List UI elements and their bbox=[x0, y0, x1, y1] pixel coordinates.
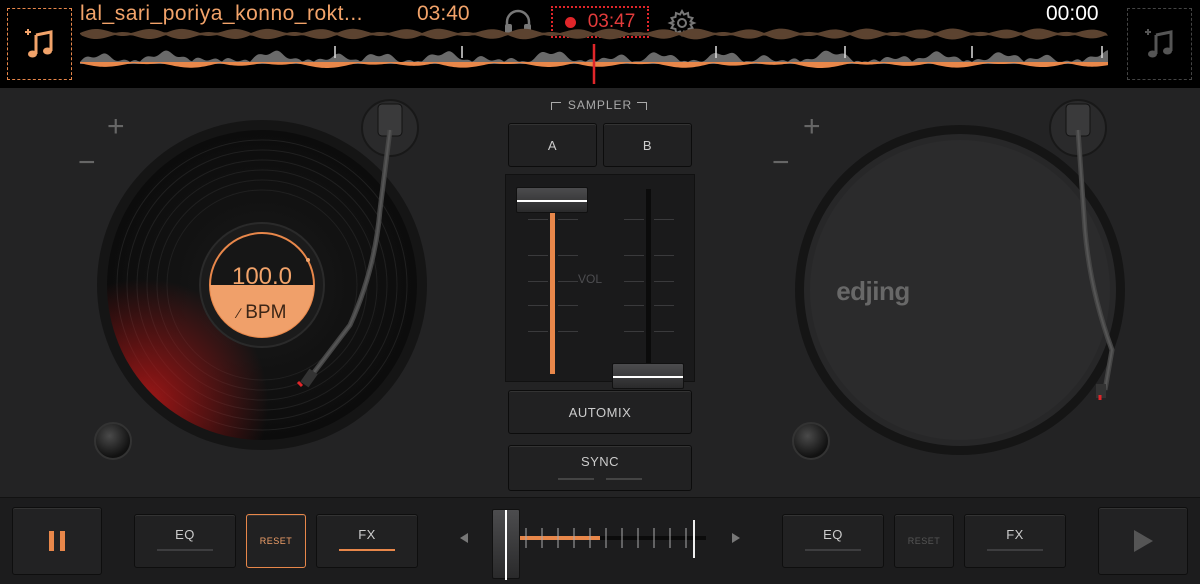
fader-tick bbox=[528, 219, 548, 220]
fx-left-indicator bbox=[339, 549, 395, 551]
fx-right-button[interactable]: FX bbox=[964, 514, 1066, 568]
sampler-label: SAMPLER bbox=[567, 98, 633, 112]
crossfader-handle[interactable] bbox=[492, 509, 520, 580]
reset-right-label: RESET bbox=[907, 536, 941, 546]
crossfader-right-arrow-icon bbox=[732, 533, 740, 543]
dj-app: lal_sari_poriya_konno_rokt... 03:40 03:4… bbox=[0, 0, 1200, 584]
fader-tick bbox=[558, 331, 578, 332]
fader-tick bbox=[528, 255, 548, 256]
load-track-left-button[interactable] bbox=[7, 8, 72, 80]
eq-left-label: EQ bbox=[175, 527, 195, 542]
track-waveform[interactable] bbox=[80, 22, 1108, 84]
fx-right-label: FX bbox=[1006, 527, 1024, 542]
sampler-a-button[interactable]: A bbox=[508, 123, 597, 167]
fader-tick bbox=[654, 219, 674, 220]
right-turntable[interactable] bbox=[760, 90, 1160, 470]
bpm-value[interactable]: 100.0 bbox=[212, 263, 312, 291]
fader-tick bbox=[558, 255, 578, 256]
reset-right-button[interactable]: RESET bbox=[894, 514, 954, 568]
fx-left-label: FX bbox=[358, 527, 376, 542]
edjing-logo: edjing bbox=[836, 276, 910, 306]
play-button[interactable] bbox=[1098, 507, 1188, 575]
reset-left-button[interactable]: RESET bbox=[246, 514, 306, 568]
fader-tick bbox=[558, 281, 578, 282]
fader-tick bbox=[624, 255, 644, 256]
automix-label: AUTOMIX bbox=[568, 404, 632, 420]
fader-tick bbox=[654, 255, 674, 256]
crossfader[interactable] bbox=[448, 509, 748, 580]
sync-indicator-right bbox=[606, 478, 642, 480]
vol-label: VOL bbox=[578, 272, 603, 286]
fader-tick bbox=[654, 281, 674, 282]
eq-left-button[interactable]: EQ bbox=[134, 514, 236, 568]
music-note-plus-icon bbox=[24, 29, 52, 58]
fader-tick bbox=[624, 281, 644, 282]
fx-right-indicator bbox=[987, 549, 1043, 551]
sync-button[interactable]: SYNC bbox=[508, 445, 692, 491]
sync-label: SYNC bbox=[580, 454, 620, 469]
sync-indicator-left bbox=[558, 478, 594, 480]
fader-tick bbox=[624, 305, 644, 306]
fader-tick bbox=[654, 305, 674, 306]
music-note-plus-icon bbox=[1144, 29, 1172, 58]
fader-tick bbox=[528, 331, 548, 332]
left-volume-track[interactable] bbox=[550, 189, 555, 374]
sampler-b-button[interactable]: B bbox=[603, 123, 692, 167]
top-bar: lal_sari_poriya_konno_rokt... 03:40 03:4… bbox=[0, 0, 1200, 88]
left-volume-fader[interactable] bbox=[516, 187, 588, 213]
bpm-label-text: BPM bbox=[245, 302, 287, 323]
sampler-a-label: A bbox=[547, 137, 558, 153]
fader-tick bbox=[624, 331, 644, 332]
fx-left-button[interactable]: FX bbox=[316, 514, 418, 568]
eq-right-button[interactable]: EQ bbox=[782, 514, 884, 568]
bottom-bar: EQ RESET FX EQ RESET FX bbox=[0, 497, 1200, 584]
pause-button[interactable] bbox=[12, 507, 102, 575]
play-icon bbox=[1134, 530, 1153, 552]
reset-left-label: RESET bbox=[259, 536, 293, 546]
left-volume-fill bbox=[550, 198, 555, 374]
load-track-right-button[interactable] bbox=[1127, 8, 1192, 80]
fader-tick bbox=[558, 219, 578, 220]
sampler-b-label: B bbox=[642, 137, 653, 153]
fader-tick bbox=[528, 281, 548, 282]
overview-waveform bbox=[80, 28, 1108, 40]
cue-knob-right[interactable] bbox=[792, 422, 830, 460]
eq-right-indicator bbox=[805, 549, 861, 551]
fader-tick bbox=[528, 305, 548, 306]
right-volume-track[interactable] bbox=[646, 189, 651, 374]
eq-left-indicator bbox=[157, 549, 213, 551]
cue-knob-left[interactable] bbox=[94, 422, 132, 460]
right-volume-fader[interactable] bbox=[612, 363, 684, 389]
pause-icon bbox=[49, 531, 65, 551]
fader-tick bbox=[624, 219, 644, 220]
fader-tick bbox=[558, 305, 578, 306]
crossfader-left-arrow-icon bbox=[460, 533, 468, 543]
fader-tick bbox=[654, 331, 674, 332]
automix-button[interactable]: AUTOMIX bbox=[508, 390, 692, 434]
bpm-label[interactable]: ∕ BPM bbox=[212, 302, 312, 324]
eq-right-label: EQ bbox=[823, 527, 843, 542]
